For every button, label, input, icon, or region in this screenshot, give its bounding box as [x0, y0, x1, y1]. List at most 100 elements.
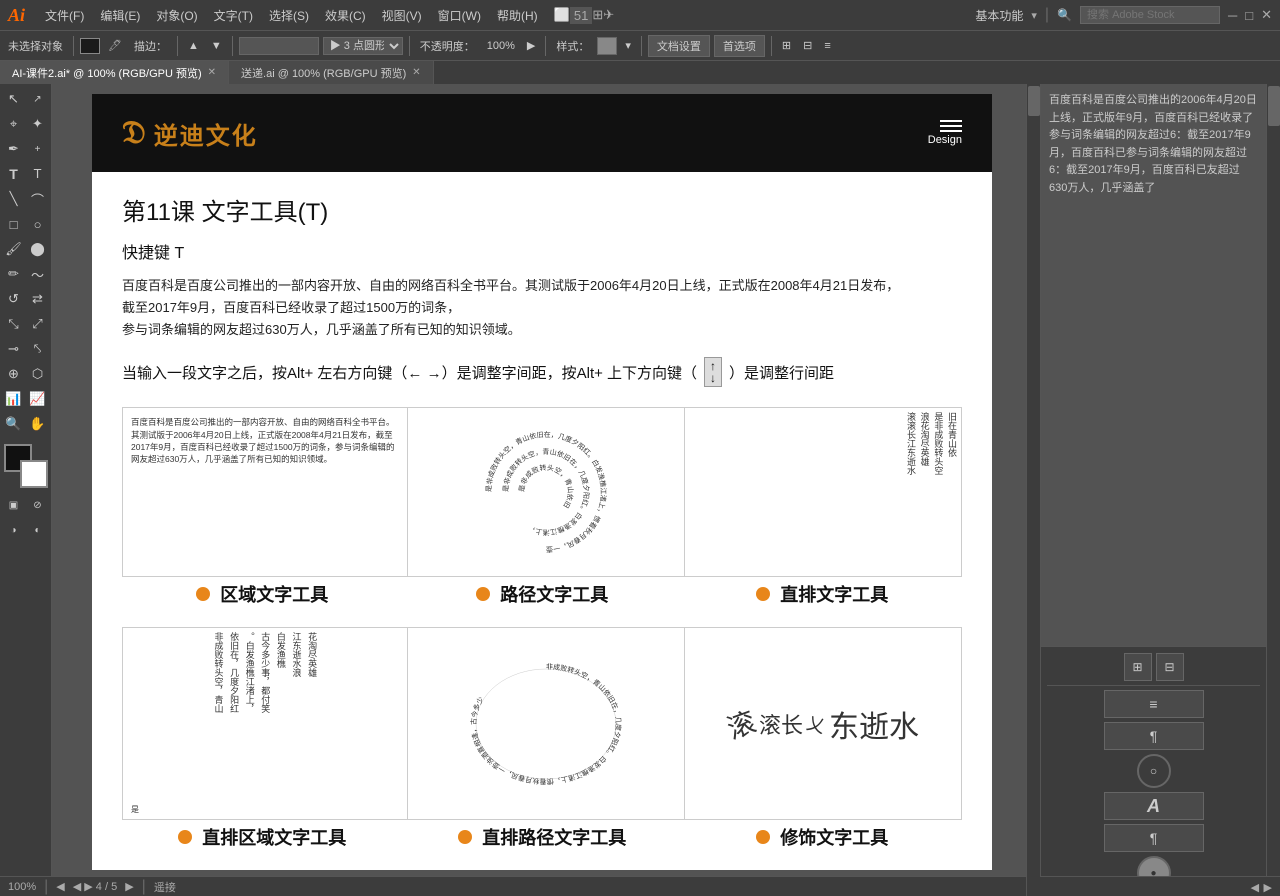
- vertical-scrollbar[interactable]: [1026, 84, 1040, 896]
- line-tool[interactable]: ╲: [3, 188, 25, 210]
- hand-tool[interactable]: ✋: [27, 413, 49, 435]
- none-icon[interactable]: ⊘: [27, 494, 49, 516]
- reflect-tool[interactable]: ⇄: [27, 288, 49, 310]
- workspace-dropdown-icon[interactable]: ▾: [1031, 9, 1037, 22]
- direct-select-tool[interactable]: ↗: [27, 88, 49, 110]
- rpanel-circle-icon[interactable]: ○: [1137, 754, 1171, 788]
- magic-wand-tool[interactable]: ✦: [27, 113, 49, 135]
- demo-row-2: 非成败转头空，青山 依旧在，几度夕阳红 。白发渔樵江渚上， 古今多少事，都付笑 …: [122, 627, 962, 820]
- type-tool[interactable]: T: [3, 163, 25, 185]
- arc-tool[interactable]: ⌒: [27, 188, 49, 210]
- zoom-tool[interactable]: 🔍: [3, 413, 25, 435]
- search-input[interactable]: [1080, 6, 1220, 24]
- deco-char-1: 滚: [721, 700, 761, 747]
- tab-active[interactable]: AI-课件2.ai* @ 100% (RGB/GPU 预览) ✕: [0, 61, 229, 85]
- workspace-label[interactable]: 基本功能: [975, 7, 1023, 24]
- rpanel-align-icon[interactable]: ≡: [1104, 690, 1204, 718]
- background-swatch[interactable]: [20, 460, 48, 488]
- separator: |: [1045, 6, 1049, 24]
- maximize-icon[interactable]: □: [1245, 8, 1253, 23]
- main-vert-scrollbar[interactable]: [1266, 84, 1280, 876]
- deco-text-group: 滚 滚长 乂 东逝水: [727, 702, 919, 746]
- rpanel-collapse-icon[interactable]: ⊟: [1156, 653, 1184, 681]
- rpanel-expand-icon[interactable]: ⊞: [1124, 653, 1152, 681]
- ellipse-tool[interactable]: ○: [27, 213, 49, 235]
- arrange-icon[interactable]: ⬜: [554, 7, 570, 23]
- status-label: 遥接: [154, 879, 176, 895]
- opacity-more-icon[interactable]: ▶: [523, 37, 539, 54]
- zoom-level[interactable]: 100%: [8, 881, 36, 893]
- blob-tool[interactable]: ⬤: [27, 238, 49, 260]
- play-back-icon[interactable]: ◀: [1251, 882, 1259, 894]
- next-artboard-icon[interactable]: ▶: [125, 880, 133, 893]
- rpanel-type-a-icon[interactable]: A: [1104, 792, 1204, 820]
- rpanel-para2-icon[interactable]: ¶: [1104, 824, 1204, 852]
- menu-select[interactable]: 选择(S): [261, 7, 317, 24]
- add-anchor-tool[interactable]: +: [27, 138, 49, 160]
- live-paint-tool[interactable]: ⬡: [27, 363, 49, 385]
- paintbrush-tool[interactable]: 🖌: [3, 238, 25, 260]
- stroke-style-bar[interactable]: [239, 37, 319, 55]
- tab-active-close[interactable]: ✕: [208, 67, 216, 78]
- rpanel-para-icon[interactable]: ¶: [1104, 722, 1204, 750]
- lasso-tool[interactable]: ⌖: [3, 113, 25, 135]
- style-swatch[interactable]: [597, 37, 617, 55]
- stroke-swatch[interactable]: [80, 38, 100, 54]
- grid-icon[interactable]: ⊞: [592, 7, 603, 23]
- menu-edit[interactable]: 编辑(E): [92, 7, 148, 24]
- menu-view[interactable]: 视图(V): [374, 7, 430, 24]
- minimize-icon[interactable]: ─: [1228, 8, 1237, 23]
- label-vert-path: 直排路径文字工具: [402, 824, 682, 850]
- stroke-down-icon[interactable]: ▼: [207, 38, 226, 54]
- gradient-icon[interactable]: ◐: [27, 519, 49, 541]
- width-tool[interactable]: ⊸: [3, 338, 25, 360]
- menu-file[interactable]: 文件(F): [37, 7, 92, 24]
- play-fwd-icon[interactable]: ▶: [1264, 882, 1272, 894]
- va-col-2: 依旧在，几度夕阳红: [228, 632, 241, 802]
- fill-icon[interactable]: ▣: [3, 494, 25, 516]
- preferences-button[interactable]: 首选项: [714, 35, 765, 57]
- doc-settings-button[interactable]: 文档设置: [648, 35, 710, 57]
- label-vert-path-text: 直排路径文字工具: [482, 828, 626, 848]
- color-mode-icon[interactable]: ◑: [3, 519, 25, 541]
- rect-tool[interactable]: □: [3, 213, 25, 235]
- menu-window[interactable]: 窗口(W): [430, 7, 489, 24]
- scrollbar-thumb[interactable]: [1028, 86, 1040, 116]
- warp-tool[interactable]: ⤢: [27, 313, 49, 335]
- vertical-type-tool[interactable]: ꓔ: [27, 163, 49, 185]
- stroke-up-icon[interactable]: ▲: [184, 38, 203, 54]
- pen-tool[interactable]: ✒: [3, 138, 25, 160]
- column-graph-tool[interactable]: 📈: [27, 388, 49, 410]
- menu-effect[interactable]: 效果(C): [317, 7, 374, 24]
- panel-toggle-icon[interactable]: ⊟: [799, 37, 816, 54]
- align-icon[interactable]: ⊞: [778, 37, 795, 54]
- artboard-nav[interactable]: ◀ ▶ 4 / 5: [73, 880, 117, 893]
- select-tool-group: ↖ ↗: [3, 88, 49, 110]
- menu-text[interactable]: 文字(T): [206, 7, 261, 24]
- close-icon[interactable]: ✕: [1261, 7, 1272, 23]
- hamburger-menu-icon[interactable]: [928, 120, 962, 132]
- menu-help[interactable]: 帮助(H): [489, 7, 546, 24]
- tab-inactive-close[interactable]: ✕: [412, 67, 420, 78]
- smooth-tool[interactable]: 〜: [27, 263, 49, 285]
- graph-tool[interactable]: 📊: [3, 388, 25, 410]
- tab-inactive[interactable]: 送递.ai @ 100% (RGB/GPU 预览) ✕: [229, 61, 434, 85]
- shape-builder-tool[interactable]: ⊕: [3, 363, 25, 385]
- prev-artboard-icon[interactable]: ◀: [56, 880, 64, 893]
- rotate-tool[interactable]: ↺: [3, 288, 25, 310]
- panel-icon[interactable]: 51: [570, 7, 592, 24]
- plane-icon[interactable]: ✈: [603, 7, 614, 23]
- vert-scrollbar-thumb[interactable]: [1268, 86, 1280, 126]
- menu-object[interactable]: 对象(O): [148, 7, 205, 24]
- free-transform-tool[interactable]: ⤣: [27, 338, 49, 360]
- graph-group: 📊 📈: [3, 388, 49, 410]
- style-dropdown-icon[interactable]: ▾: [621, 37, 635, 54]
- more-icon[interactable]: ≡: [820, 38, 834, 54]
- stroke-label: 描边：: [130, 36, 171, 56]
- no-selection-label: 未选择对象: [4, 36, 67, 56]
- scale-tool[interactable]: ⤡: [3, 313, 25, 335]
- select-tool[interactable]: ↖: [3, 88, 25, 110]
- pencil-tool[interactable]: ✏: [3, 263, 25, 285]
- brush-select[interactable]: ▶ 3 点圆形: [323, 37, 403, 55]
- opacity-value[interactable]: 100%: [483, 38, 519, 54]
